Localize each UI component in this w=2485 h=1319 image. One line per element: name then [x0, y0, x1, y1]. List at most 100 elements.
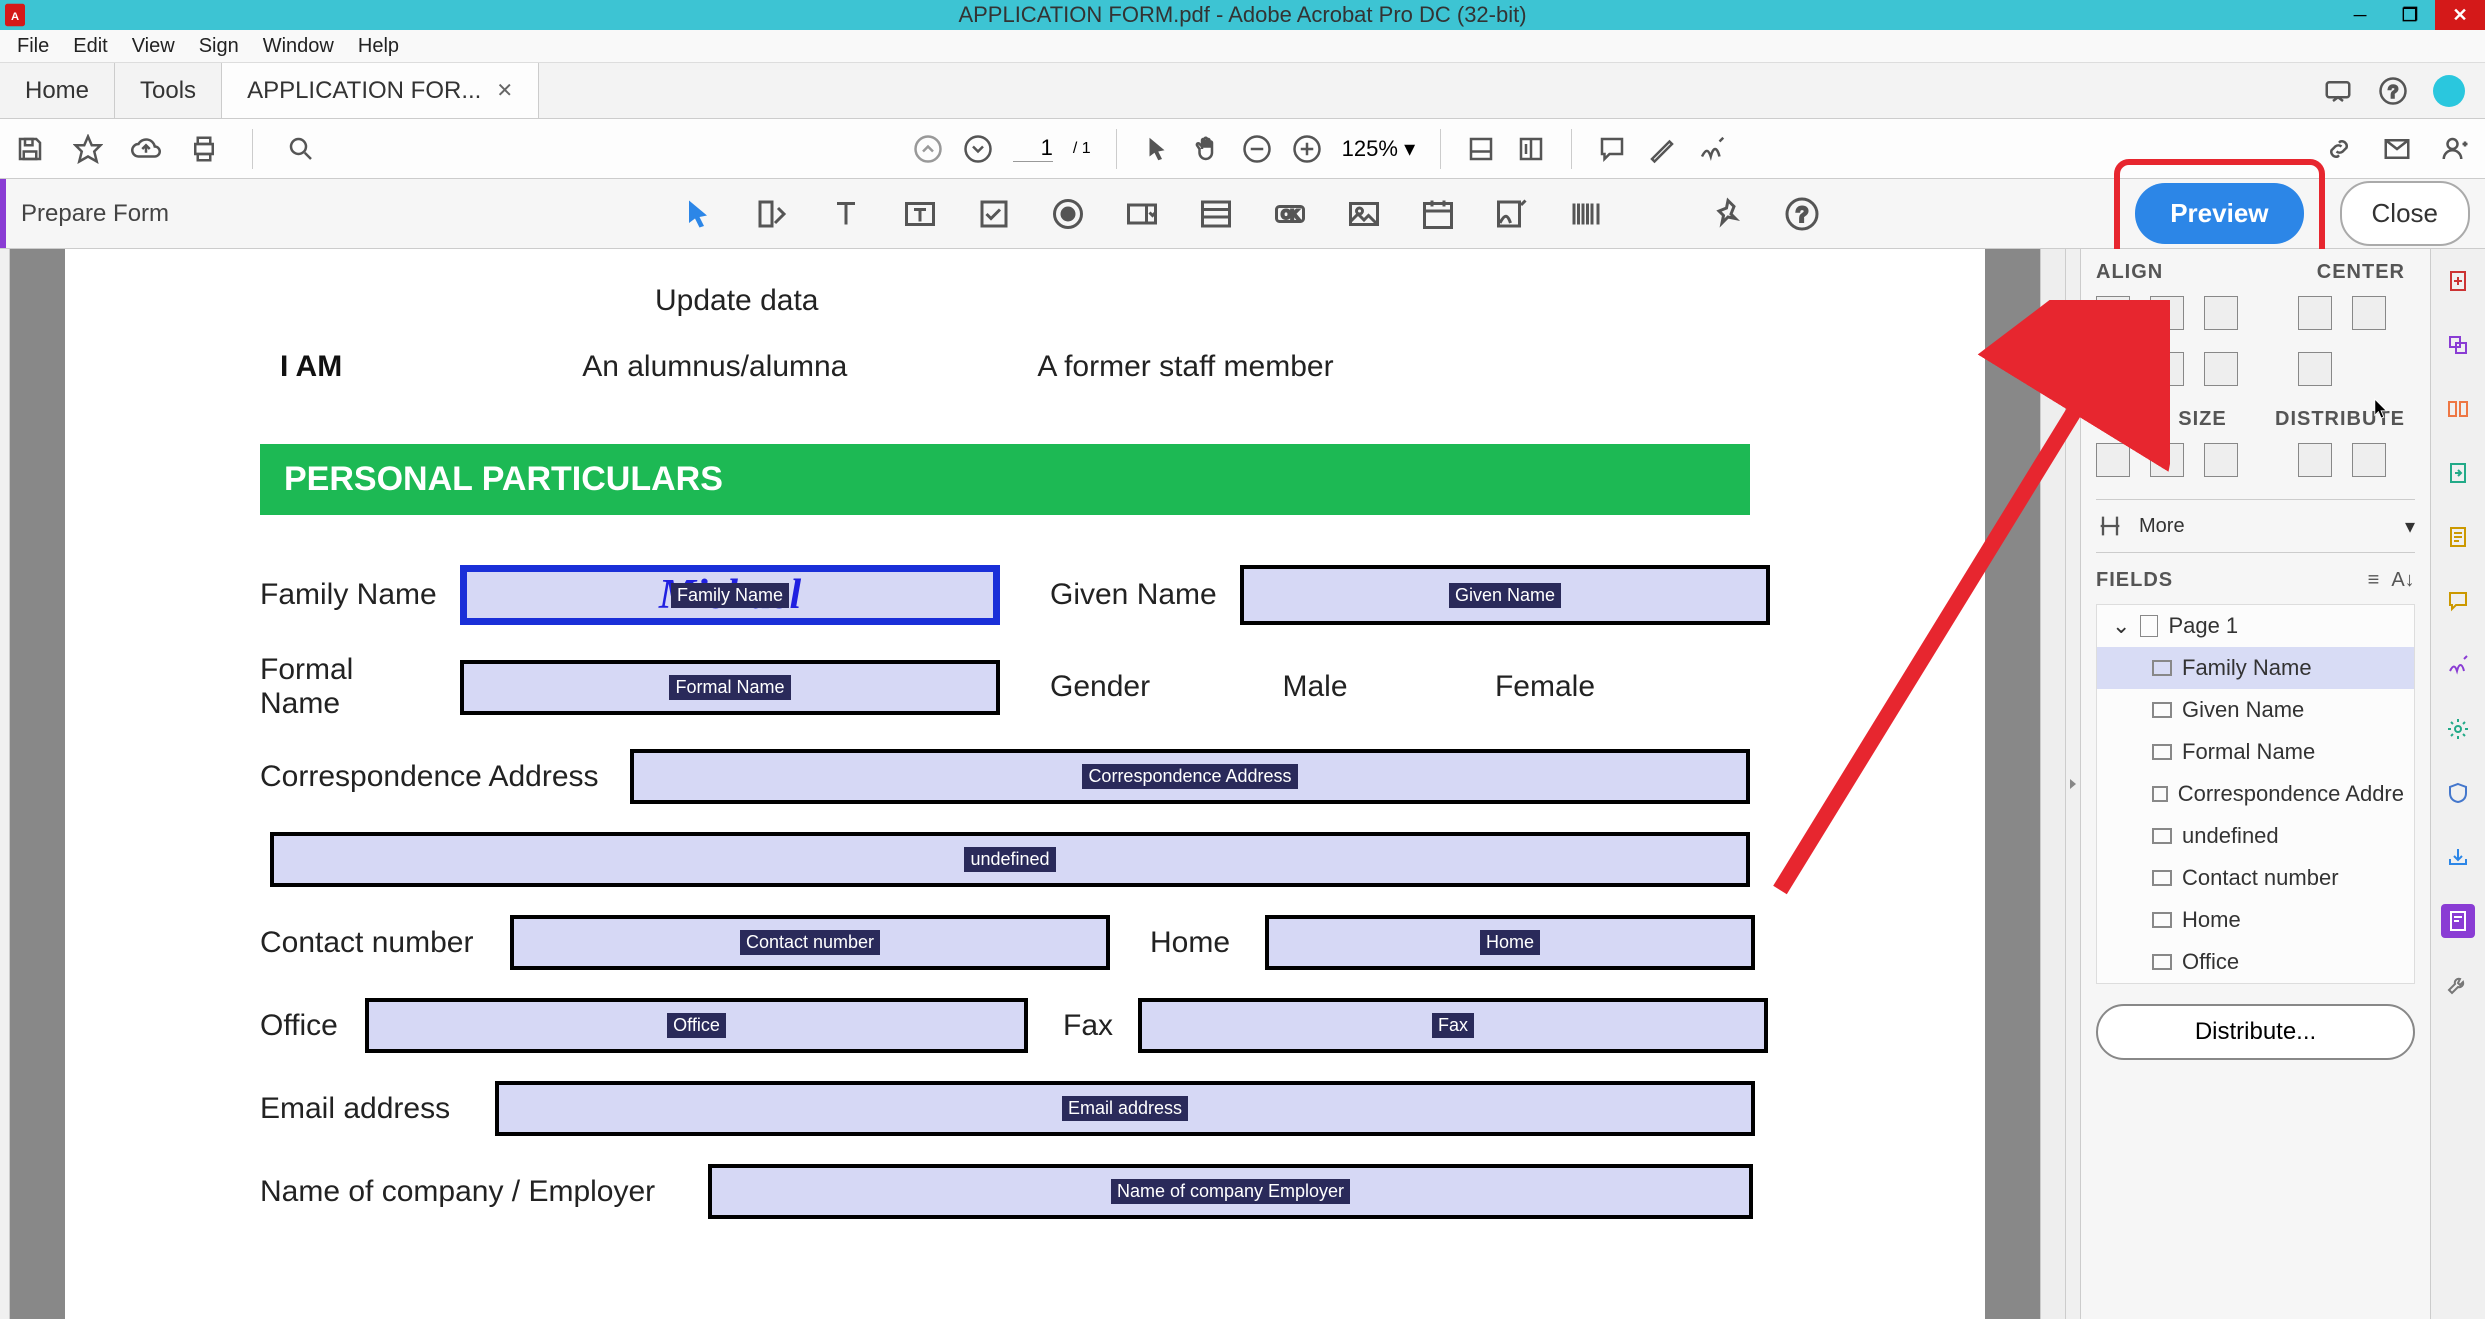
save-icon[interactable]	[15, 134, 45, 164]
tree-item-formal-name[interactable]: Formal Name	[2097, 731, 2414, 773]
center-both-icon[interactable]	[2298, 352, 2332, 386]
more-tools-icon[interactable]	[2441, 712, 2475, 746]
distribute-vertical-icon[interactable]	[2352, 443, 2386, 477]
home-field[interactable]: Home	[1265, 915, 1755, 970]
tab-tools[interactable]: Tools	[115, 63, 222, 118]
align-middle-icon[interactable]	[2150, 352, 2184, 386]
image-field-icon[interactable]	[1346, 196, 1382, 232]
formal-name-field[interactable]: Formal Name	[460, 660, 1000, 715]
comment-icon[interactable]	[1597, 134, 1627, 164]
document-pane[interactable]: Update data I AM An alumnus/alumna A for…	[10, 249, 2040, 1319]
tab-home[interactable]: Home	[0, 63, 115, 118]
center-horizontal-icon[interactable]	[2298, 296, 2332, 330]
fit-width-icon[interactable]	[1466, 134, 1496, 164]
help-icon[interactable]: ?	[2378, 76, 2408, 106]
fit-page-icon[interactable]	[1516, 134, 1546, 164]
zoom-in-icon[interactable]	[1292, 134, 1322, 164]
tree-item-given-name[interactable]: Given Name	[2097, 689, 2414, 731]
tree-item-undefined[interactable]: undefined	[2097, 815, 2414, 857]
search-icon[interactable]	[286, 134, 316, 164]
date-field-icon[interactable]	[1420, 196, 1456, 232]
panel-toggle[interactable]	[2065, 249, 2080, 1319]
company-field[interactable]: Name of company Employer	[708, 1164, 1753, 1219]
button-icon[interactable]: OK	[1272, 196, 1308, 232]
barcode-icon[interactable]	[1568, 196, 1604, 232]
fill-sign-icon[interactable]	[2441, 648, 2475, 682]
radio-icon[interactable]	[1050, 196, 1086, 232]
share-icon[interactable]	[2441, 840, 2475, 874]
close-tool-button[interactable]: Close	[2340, 181, 2470, 246]
close-tab-icon[interactable]: ✕	[496, 78, 513, 103]
menu-window[interactable]: Window	[251, 30, 346, 63]
correspondence-field[interactable]: Correspondence Address	[630, 749, 1750, 804]
align-center-icon[interactable]	[2150, 296, 2184, 330]
user-avatar[interactable]	[2433, 75, 2465, 107]
undefined-field[interactable]: undefined	[270, 832, 1750, 887]
tree-item-contact[interactable]: Contact number	[2097, 857, 2414, 899]
cloud-upload-icon[interactable]	[131, 134, 161, 164]
protect-icon[interactable]	[2441, 776, 2475, 810]
align-bottom-icon[interactable]	[2204, 352, 2238, 386]
edit-tool-icon[interactable]	[754, 196, 790, 232]
match-both-icon[interactable]	[2204, 443, 2238, 477]
print-icon[interactable]	[189, 134, 219, 164]
email-field[interactable]: Email address	[495, 1081, 1755, 1136]
menu-help[interactable]: Help	[346, 30, 411, 63]
left-gutter[interactable]	[0, 249, 10, 1319]
prepare-form-tool-icon[interactable]	[2441, 904, 2475, 938]
listbox-icon[interactable]	[1198, 196, 1234, 232]
tree-item-family-name[interactable]: Family Name	[2097, 647, 2414, 689]
fax-field[interactable]: Fax	[1138, 998, 1768, 1053]
checkbox-icon[interactable]	[976, 196, 1012, 232]
tree-item-home[interactable]: Home	[2097, 899, 2414, 941]
zoom-dropdown[interactable]: 125% ▾	[1342, 136, 1415, 162]
comment-tool-icon[interactable]	[2441, 584, 2475, 618]
help-tool-icon[interactable]: ?	[1784, 196, 1820, 232]
menu-edit[interactable]: Edit	[61, 30, 119, 63]
text-field-icon[interactable]	[828, 196, 864, 232]
sign-icon[interactable]	[1697, 134, 1727, 164]
pin-icon[interactable]	[1710, 196, 1746, 232]
match-height-icon[interactable]	[2150, 443, 2184, 477]
export-icon[interactable]	[2441, 456, 2475, 490]
highlight-icon[interactable]	[1647, 134, 1677, 164]
match-width-icon[interactable]	[2096, 443, 2130, 477]
align-right-icon[interactable]	[2204, 296, 2238, 330]
center-vertical-icon[interactable]	[2352, 296, 2386, 330]
page-down-icon[interactable]	[963, 134, 993, 164]
page-number-input[interactable]	[1013, 135, 1053, 162]
edit-pdf-icon[interactable]	[2441, 520, 2475, 554]
align-top-icon[interactable]	[2096, 352, 2130, 386]
tree-page-1[interactable]: ⌄ Page 1	[2097, 605, 2414, 647]
star-icon[interactable]	[73, 134, 103, 164]
page-up-icon[interactable]	[913, 134, 943, 164]
signature-field-icon[interactable]	[1494, 196, 1530, 232]
distribute-horizontal-icon[interactable]	[2298, 443, 2332, 477]
zoom-out-icon[interactable]	[1242, 134, 1272, 164]
combine-icon[interactable]	[2441, 328, 2475, 362]
menu-file[interactable]: File	[5, 30, 61, 63]
family-name-field[interactable]: Michael Family Name	[460, 565, 1000, 625]
maximize-button[interactable]: ❐	[2385, 0, 2435, 30]
dropdown-icon[interactable]	[1124, 196, 1160, 232]
create-pdf-icon[interactable]	[2441, 264, 2475, 298]
contact-number-field[interactable]: Contact number	[510, 915, 1110, 970]
more-dropdown[interactable]: More ▾	[2096, 499, 2415, 553]
az-sort-icon[interactable]: A↓	[2391, 568, 2415, 592]
menu-sign[interactable]: Sign	[187, 30, 251, 63]
office-field[interactable]: Office	[365, 998, 1028, 1053]
align-left-icon[interactable]	[2096, 296, 2130, 330]
distribute-button[interactable]: Distribute...	[2096, 1004, 2415, 1060]
tree-item-correspondence[interactable]: Correspondence Addre	[2097, 773, 2414, 815]
document-scrollbar[interactable]	[2040, 249, 2065, 1319]
pointer-icon[interactable]	[1142, 134, 1172, 164]
text-box-icon[interactable]	[902, 196, 938, 232]
select-tool-icon[interactable]	[680, 196, 716, 232]
sort-icon[interactable]: ≡	[2361, 568, 2385, 592]
close-window-button[interactable]: ✕	[2435, 0, 2485, 30]
given-name-field[interactable]: Given Name	[1240, 565, 1770, 625]
preview-button[interactable]: Preview	[2135, 183, 2303, 244]
menu-view[interactable]: View	[120, 30, 187, 63]
hand-icon[interactable]	[1192, 134, 1222, 164]
tab-document[interactable]: APPLICATION FOR... ✕	[222, 63, 539, 118]
